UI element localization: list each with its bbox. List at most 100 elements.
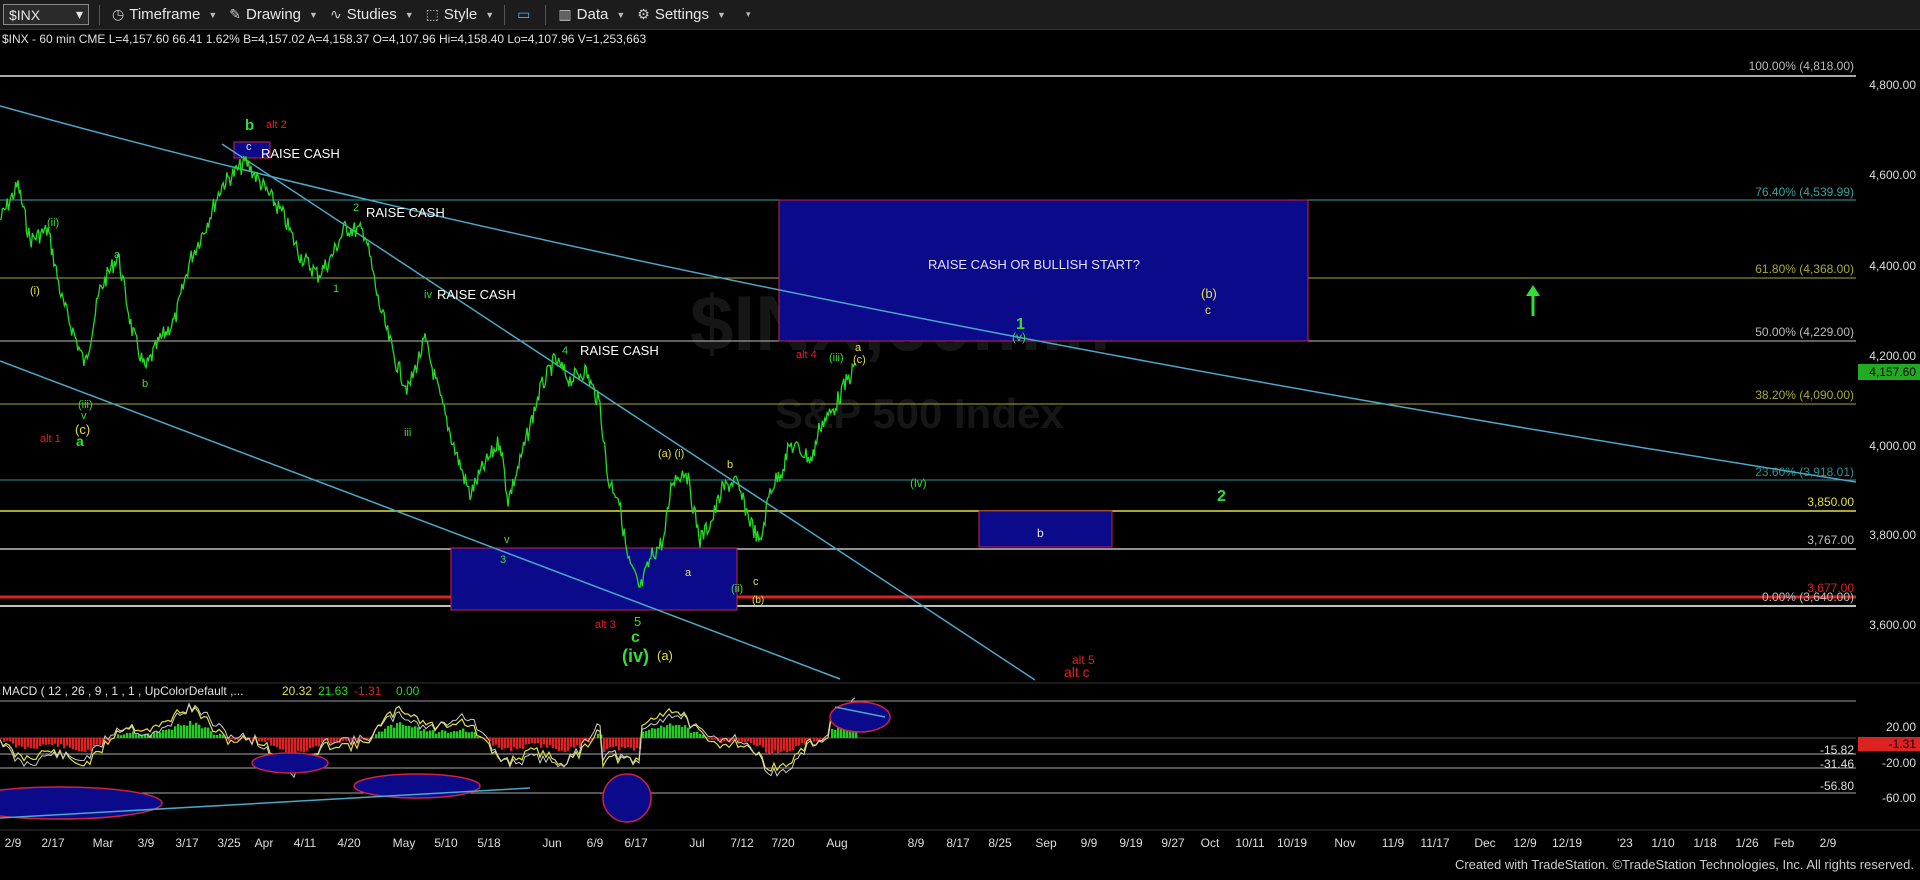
macd-bar (627, 738, 629, 747)
macd-bar (609, 738, 611, 747)
wave-label: b (245, 117, 254, 134)
date-tick: 5/10 (434, 836, 458, 850)
macd-bar (555, 738, 557, 749)
macd-bar (129, 733, 131, 738)
wave-label: alt c (1064, 664, 1090, 680)
overflow-menu[interactable]: ▾ (738, 9, 751, 20)
wave-label: 2 (353, 202, 359, 214)
date-tick: 3/9 (138, 836, 155, 850)
macd-bar (204, 727, 206, 738)
wave-label: a (855, 342, 862, 354)
wave-label: (v) (1012, 330, 1026, 344)
price-chart[interactable]: $INX - 60 min CME L=4,157.60 66.41 1.62%… (0, 30, 1920, 875)
studies-label: Studies (347, 6, 397, 23)
symbol-selector[interactable]: $INX ▾ (3, 4, 89, 25)
macd-bar (399, 722, 401, 738)
macd-bar (36, 738, 38, 749)
macd-bar (279, 738, 281, 749)
macd-bar (783, 738, 785, 751)
price-tick: 4,000.00 (1869, 439, 1916, 453)
macd-value: 0.00 (396, 684, 420, 698)
macd-bar (423, 729, 425, 738)
price-tick: 4,400.00 (1869, 259, 1916, 273)
macd-bar (303, 738, 305, 752)
macd-bar (570, 738, 572, 747)
bar-chart-icon: ▥ (558, 6, 571, 23)
macd-bar (447, 733, 449, 738)
macd-bar (516, 738, 518, 749)
wave-label: b (142, 378, 148, 390)
macd-bar (390, 725, 392, 738)
macd-bar (540, 738, 542, 748)
date-tick: 10/19 (1277, 836, 1307, 850)
macd-bar (21, 738, 23, 747)
macd-bar (72, 738, 74, 749)
last-price-label: 4,157.60 (1869, 365, 1916, 379)
macd-bar (306, 738, 308, 751)
date-tick: 1/18 (1693, 836, 1717, 850)
macd-bar (258, 738, 260, 741)
macd-bar (378, 732, 380, 738)
macd-bar (462, 729, 464, 738)
date-tick: 2/9 (1820, 836, 1837, 850)
macd-last-label: -1.31 (1889, 737, 1917, 751)
macd-bar (561, 738, 563, 751)
macd-bar (393, 728, 395, 738)
date-tick: 12/19 (1552, 836, 1582, 850)
macd-bar (171, 730, 173, 738)
price-tick: 4,200.00 (1869, 349, 1916, 363)
settings-menu[interactable]: ⚙ Settings ▼ (637, 6, 726, 23)
macd-bar (273, 738, 275, 746)
macd-bar (15, 738, 17, 747)
macd-bar (621, 738, 623, 747)
macd-bar (231, 738, 233, 739)
fib-label: 100.00% (4,818.00) (1749, 59, 1854, 73)
macd-bar (408, 726, 410, 738)
divider (545, 5, 546, 25)
fib-label: 38.20% (4,090.00) (1755, 388, 1854, 402)
style-label: Style (444, 6, 477, 23)
macd-bar (30, 738, 32, 748)
wave-label: 4 (562, 345, 568, 357)
macd-bar (189, 721, 191, 738)
style-menu[interactable]: ⬚ Style ▼ (426, 6, 495, 23)
macd-bar (612, 738, 614, 747)
macd-bar (501, 738, 503, 750)
date-tick: Jul (689, 836, 704, 850)
toolbar: $INX ▾ ◷ Timeframe ▼ ✎ Drawing ▼ ∿ Studi… (0, 0, 1920, 30)
macd-bar (6, 738, 8, 741)
macd-bar (159, 732, 161, 738)
wave-label: c (631, 629, 640, 646)
layout-button[interactable]: ▭ (517, 6, 535, 23)
wave-label: (iii) (829, 352, 844, 364)
chart-area[interactable]: $INX - 60 min CME L=4,157.60 66.41 1.62%… (0, 30, 1920, 875)
studies-menu[interactable]: ∿ Studies ▼ (330, 6, 414, 23)
macd-bar (432, 730, 434, 738)
raise-cash-note: RAISE CASH (437, 287, 516, 302)
date-tick: 11/9 (1382, 836, 1405, 850)
date-tick: 8/9 (908, 836, 925, 850)
macd-bar (477, 737, 479, 738)
wave-label: alt 4 (796, 349, 817, 361)
timeframe-menu[interactable]: ◷ Timeframe ▼ (112, 6, 217, 23)
macd-bar (42, 738, 44, 744)
macd-bar (183, 725, 185, 738)
macd-bar (699, 734, 701, 738)
date-tick: 12/9 (1513, 836, 1537, 850)
date-tick: 4/11 (294, 836, 317, 850)
macd-bar (426, 731, 428, 738)
macd-bar (552, 738, 554, 748)
macd-bar (330, 738, 332, 744)
macd-bar (99, 738, 101, 745)
macd-bar (510, 738, 512, 751)
date-tick: Aug (826, 836, 847, 850)
macd-bar (435, 734, 437, 738)
macd-bar (681, 727, 683, 738)
data-menu[interactable]: ▥ Data ▼ (558, 6, 625, 23)
macd-bar (414, 726, 416, 738)
drawing-menu[interactable]: ✎ Drawing ▼ (229, 6, 318, 23)
clock-icon: ◷ (112, 6, 124, 23)
macd-bar (513, 738, 515, 747)
wave-label: v (81, 410, 87, 422)
macd-bar (537, 738, 539, 743)
